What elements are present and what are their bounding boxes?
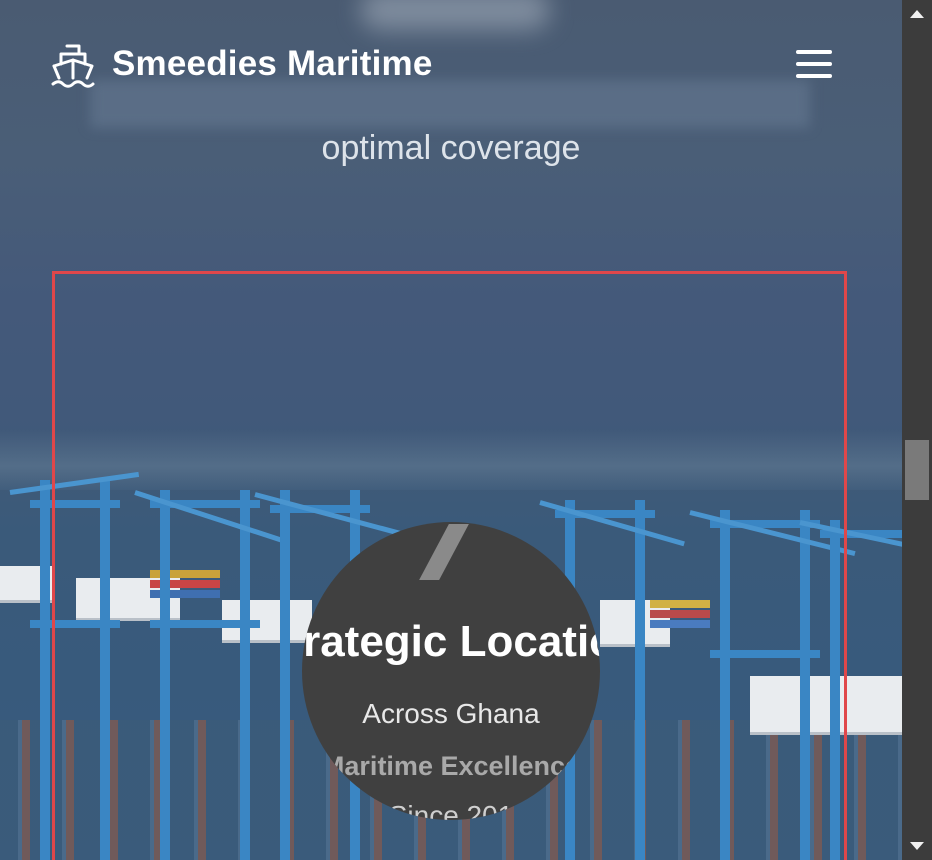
stat-title: Strategic Location (302, 617, 600, 666)
quote-mark-icon (419, 524, 469, 580)
stat-circle: Strategic Location Across Ghana Maritime… (302, 522, 600, 820)
vertical-scrollbar[interactable] (902, 0, 932, 860)
ship-icon[interactable] (50, 42, 96, 88)
scrollbar-thumb[interactable] (905, 440, 929, 500)
hero-subtitle: optimal coverage (321, 129, 581, 167)
stat-tagline: Maritime Excellence (321, 751, 581, 781)
hamburger-menu-icon[interactable] (792, 46, 836, 82)
stat-since: Since 201 (388, 800, 514, 820)
stat-subtitle: Across Ghana (362, 698, 540, 729)
scroll-down-arrow-icon[interactable] (910, 842, 924, 850)
site-header: Smeedies Maritime (0, 0, 902, 128)
brand-name[interactable]: Smeedies Maritime (112, 42, 433, 86)
scroll-up-arrow-icon[interactable] (910, 10, 924, 18)
page-viewport: Smeedies Maritime optimal coverage Strat… (0, 0, 902, 860)
